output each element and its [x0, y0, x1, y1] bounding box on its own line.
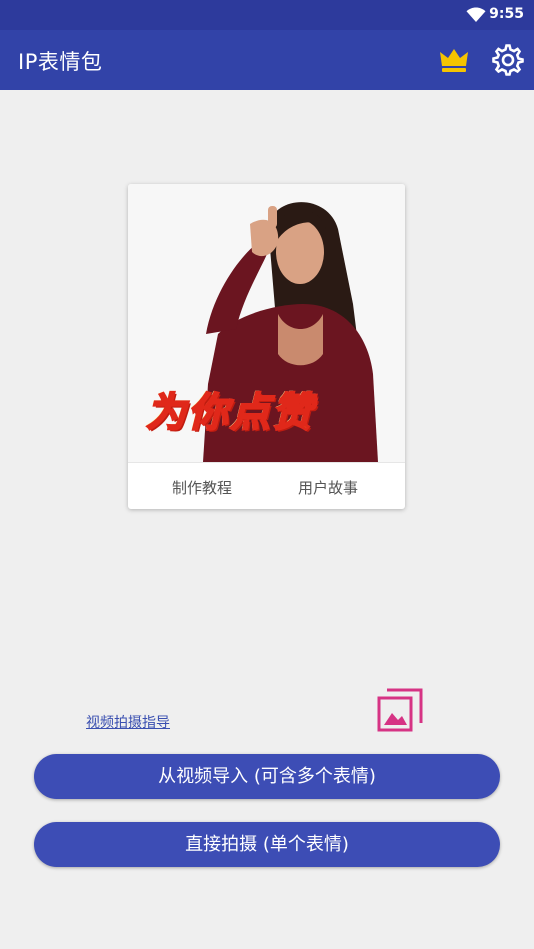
app-bar: IP表情包	[0, 30, 534, 90]
wifi-icon	[466, 7, 486, 22]
gallery-icon[interactable]	[376, 686, 424, 734]
sample-card: 为你点赞 制作教程 用户故事	[128, 184, 405, 509]
status-bar: 9:55	[0, 0, 534, 30]
status-time: 9:55	[489, 6, 524, 22]
app-title: IP表情包	[18, 50, 103, 74]
card-footer: 制作教程 用户故事	[128, 462, 405, 509]
user-stories-link[interactable]: 用户故事	[298, 477, 358, 498]
sticker-caption: 为你点赞	[145, 389, 314, 437]
crown-icon[interactable]	[438, 44, 470, 76]
tutorial-link[interactable]: 制作教程	[172, 477, 232, 498]
gear-icon[interactable]	[491, 43, 525, 77]
import-from-video-button[interactable]: 从视频导入 (可含多个表情)	[34, 754, 500, 799]
direct-shoot-button[interactable]: 直接拍摄 (单个表情)	[34, 822, 500, 867]
video-shooting-guide-link[interactable]: 视频拍摄指导	[86, 712, 170, 732]
